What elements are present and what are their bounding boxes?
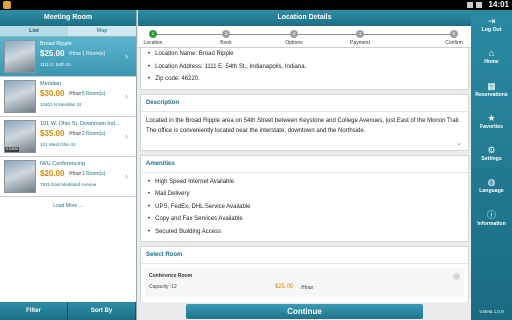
room-thumbnail (4, 40, 36, 73)
location-address: Location Address: 1111 E. 54th St., Indi… (148, 61, 461, 74)
info-icon: ⓘ (486, 209, 496, 220)
list-footer: Filter Sort By (0, 302, 136, 320)
room-radio[interactable] (453, 273, 460, 280)
nav-home[interactable]: ⌂ Home (471, 42, 512, 74)
continue-bar: Continue (138, 302, 471, 320)
location-details-panel: Location Details 1 Location 2 Book 3 Option… (138, 10, 471, 320)
room-option-price: $25.00 (275, 284, 294, 290)
room-thumbnail (4, 80, 36, 113)
location-name: Location Name: Broad Ripple (148, 48, 461, 61)
step-options: 3 Options (285, 30, 303, 46)
step-book: 2 Book (220, 30, 232, 46)
battery-icon (476, 2, 482, 8)
logout-icon: ⇥ (487, 16, 496, 26)
room-name: IWU Conferencing (40, 161, 85, 167)
room-price: $25.00 (40, 49, 65, 58)
load-more-link[interactable]: Load More ... (0, 203, 136, 209)
location-info-card: Location Name: Broad Ripple Location Add… (140, 48, 469, 90)
list-item[interactable]: 5.93KM 101 W. Ohio St. Downtown Ind... $… (0, 117, 136, 157)
app-version: V.Beta 1.0.9 (479, 309, 504, 314)
location-zip: Zip code: 46220. (148, 73, 461, 86)
page-title: Location Details (138, 10, 471, 26)
globe-icon: ◍ (487, 177, 496, 188)
chevron-right-icon: › (125, 91, 128, 101)
room-thumbnail: 5.93KM (4, 120, 36, 153)
room-address: 7915 East Markland Avenue (40, 182, 97, 187)
room-option-name: Conference Room (149, 273, 193, 279)
clock: 14:01 (488, 0, 509, 9)
booking-progress: 1 Location 2 Book 3 Options 4 Payment 5 Confi… (138, 26, 471, 48)
details-scroll-area[interactable]: Location Name: Broad Ripple Location Add… (138, 48, 471, 304)
calendar-icon: ▦ (487, 80, 496, 91)
room-thumbnail (4, 160, 36, 193)
price-unit: /Hour (69, 171, 82, 177)
nav-favorites[interactable]: ★ Favorites (471, 107, 512, 139)
status-icons (467, 1, 482, 9)
room-count: 5 Room(s) (82, 91, 106, 97)
select-room-title: Select Room (141, 247, 468, 264)
nav-information[interactable]: ⓘ Information (471, 204, 512, 236)
distance-badge: 5.93KM (5, 147, 20, 152)
sort-by-button[interactable]: Sort By (68, 302, 136, 320)
amenity-item: Secured Building Access (148, 226, 461, 239)
nav-log-out[interactable]: ⇥ Log Out (471, 10, 512, 42)
amenity-item: Mail Delivery (148, 188, 461, 201)
room-option-unit: /Hour (301, 285, 314, 291)
room-address: 101 West Ohio St. (40, 142, 77, 147)
room-count: 2 Room(s) (82, 131, 106, 137)
room-address: 1111 E. 54th St. (40, 62, 72, 67)
chevron-right-icon: › (125, 51, 128, 61)
chevron-down-icon[interactable]: ⌄ (141, 140, 468, 150)
description-text: Located in the Broad Ripple area on 54th… (146, 117, 461, 134)
amenity-item: UPS, FedEx, DHL Service Available (148, 201, 461, 214)
chevron-right-icon: › (125, 131, 128, 141)
select-room-card: Select Room Conference Room Capacity :12… (140, 246, 469, 303)
filter-button[interactable]: Filter (0, 302, 68, 320)
price-unit: /Hour (69, 91, 82, 97)
room-name: Meridian (40, 81, 62, 87)
chevron-right-icon: › (125, 171, 128, 181)
room-price: $30.00 (40, 89, 65, 98)
step-payment: 4 Payment (350, 30, 370, 46)
room-count: 1 Room(s) (82, 51, 106, 57)
tab-map[interactable]: Map (68, 26, 136, 37)
room-address: 10401 N Meridian St (40, 102, 82, 107)
description-card: Description Located in the Broad Ripple … (140, 93, 469, 151)
status-bar: 14:01 (0, 0, 512, 10)
gear-icon: ⚙ (487, 145, 496, 156)
amenity-item: Copy and Fax Services Available (148, 213, 461, 226)
step-location: 1 Location (143, 30, 163, 46)
room-name: Broad Ripple (40, 41, 72, 47)
room-capacity: Capacity :12 (149, 284, 177, 290)
view-tabs: List Map (0, 26, 136, 37)
continue-button[interactable]: Continue (186, 304, 423, 319)
room-option[interactable]: Conference Room Capacity :12 $25.00 /Hou… (145, 268, 464, 298)
nav-reservations[interactable]: ▦ Reservations (471, 75, 512, 107)
list-item[interactable]: Broad Ripple $25.00 /Hour 1 Room(s) 1111… (0, 37, 136, 77)
app-notification-icon (3, 1, 11, 9)
wifi-icon (467, 2, 473, 8)
home-icon: ⌂ (488, 48, 495, 59)
amenities-card: Amenities High Speed Internet Available … (140, 154, 469, 242)
price-unit: /Hour (69, 51, 82, 57)
description-title: Description (141, 95, 468, 112)
star-icon: ★ (487, 112, 496, 123)
room-price: $35.00 (40, 129, 65, 138)
list-item[interactable]: Meridian $30.00 /Hour 5 Room(s) 10401 N … (0, 77, 136, 117)
step-confirm: 5 Confirm (445, 30, 463, 46)
amenities-title: Amenities (141, 156, 468, 173)
room-name: 101 W. Ohio St. Downtown Ind... (40, 121, 120, 127)
side-navigation: ⇥ Log Out ⌂ Home ▦ Reservations ★ Favorites … (471, 10, 512, 320)
tab-list[interactable]: List (0, 26, 68, 37)
list-item[interactable]: IWU Conferencing $20.00 /Hour 1 Room(s) … (0, 157, 136, 197)
room-list: Broad Ripple $25.00 /Hour 1 Room(s) 1111… (0, 37, 136, 209)
room-price: $20.00 (40, 169, 65, 178)
nav-settings[interactable]: ⚙ Settings (471, 139, 512, 171)
room-list-panel: Meeting Room List Map Broad Ripple $25.0… (0, 10, 137, 320)
price-unit: /Hour (69, 131, 82, 137)
amenity-item: High Speed Internet Available (148, 176, 461, 189)
panel-title: Meeting Room (0, 10, 136, 26)
nav-language[interactable]: ◍ Language (471, 171, 512, 203)
room-count: 1 Room(s) (82, 171, 106, 177)
